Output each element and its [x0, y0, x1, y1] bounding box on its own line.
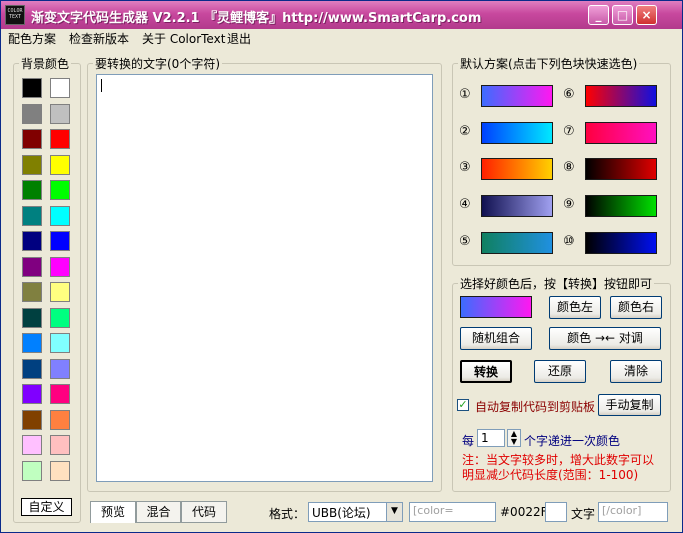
- preset-gradient-swatch[interactable]: [481, 231, 553, 254]
- bg-swatch[interactable]: [50, 384, 70, 404]
- preset-number: ⑦: [563, 123, 575, 139]
- tab-mix[interactable]: 混合: [136, 501, 181, 523]
- tab-preview[interactable]: 预览: [90, 501, 136, 523]
- bg-swatch[interactable]: [22, 129, 42, 149]
- title-bar[interactable]: COLOR TEXT 渐变文字代码生成器 V2.2.1 『灵鲤博客』http:/…: [1, 1, 682, 29]
- step-suffix: 个字递进一次颜色: [524, 434, 621, 448]
- convert-button[interactable]: 转换: [460, 360, 512, 383]
- bg-swatch[interactable]: [22, 409, 42, 430]
- step-note: 注：当文字较多时，增大此数字可以明显减少代码长度(范围：1-100): [462, 453, 655, 482]
- chevron-down-icon[interactable]: ▼: [386, 503, 402, 521]
- close-tag-input[interactable]: [/color]: [598, 502, 668, 522]
- menu-exit[interactable]: 退出: [227, 30, 251, 47]
- preset-gradient-swatch[interactable]: [481, 158, 553, 181]
- text-cursor: [101, 79, 102, 92]
- preset-number: ⑧: [563, 160, 575, 176]
- bg-swatch[interactable]: [50, 103, 70, 124]
- auto-copy-checkbox[interactable]: ✓: [457, 399, 469, 411]
- maximize-button[interactable]: □: [612, 5, 633, 25]
- bg-swatch[interactable]: [50, 435, 70, 455]
- app-icon[interactable]: COLOR TEXT: [5, 5, 25, 25]
- bg-swatch[interactable]: [50, 129, 70, 149]
- preset-number: ⑩: [563, 233, 575, 249]
- current-gradient-preview[interactable]: [460, 296, 532, 318]
- text-input-area[interactable]: [96, 74, 433, 482]
- custom-color-button[interactable]: 自定义: [21, 498, 72, 516]
- menu-about[interactable]: 关于 ColorText: [142, 30, 225, 47]
- mid-tag-input[interactable]: [545, 502, 567, 522]
- bg-swatch[interactable]: [50, 409, 70, 430]
- bg-swatch[interactable]: [22, 205, 42, 226]
- menu-bar: 配色方案 检查新版本 关于 ColorText 退出: [1, 29, 682, 47]
- text-label: 文字: [571, 507, 596, 521]
- bg-swatch[interactable]: [22, 103, 42, 124]
- color-right-button[interactable]: 颜色右: [610, 296, 662, 319]
- text-input-legend: 要转换的文字(0个字符): [95, 57, 220, 71]
- preset-number: ④: [459, 197, 471, 213]
- format-label: 格式：: [269, 507, 306, 521]
- bg-swatch[interactable]: [22, 180, 42, 200]
- minimize-button[interactable]: _: [588, 5, 609, 25]
- bg-swatch[interactable]: [22, 333, 42, 353]
- preset-number: ⑤: [459, 233, 471, 249]
- preset-number: ⑥: [563, 87, 575, 102]
- bg-swatch[interactable]: [22, 256, 42, 277]
- bg-swatch[interactable]: [22, 307, 42, 328]
- bg-swatch[interactable]: [50, 78, 70, 98]
- tab-code[interactable]: 代码: [181, 501, 227, 523]
- bg-swatch[interactable]: [50, 358, 70, 379]
- step-spinner[interactable]: ▲ ▼: [507, 429, 521, 447]
- format-select-value: UBB(论坛): [312, 506, 371, 520]
- format-select[interactable]: UBB(论坛) ▼: [308, 502, 403, 522]
- preset-gradient-swatch[interactable]: [585, 121, 657, 144]
- preset-gradient-swatch[interactable]: [585, 158, 657, 181]
- menu-check-update[interactable]: 检查新版本: [69, 30, 129, 47]
- bg-swatch[interactable]: [22, 231, 42, 251]
- open-tag-input[interactable]: [color=: [409, 502, 496, 522]
- bg-swatch[interactable]: [50, 231, 70, 251]
- bg-swatch[interactable]: [22, 435, 42, 455]
- bg-swatch[interactable]: [50, 282, 70, 302]
- preset-number: ③: [459, 160, 471, 176]
- app-window: COLOR TEXT 渐变文字代码生成器 V2.2.1 『灵鲤博客』http:/…: [0, 0, 683, 533]
- preset-number: ①: [459, 87, 471, 102]
- preset-number: ⑨: [563, 197, 575, 213]
- bg-swatch[interactable]: [50, 333, 70, 353]
- color-left-button[interactable]: 颜色左: [549, 296, 601, 319]
- close-button[interactable]: ×: [636, 5, 657, 25]
- preset-gradient-swatch[interactable]: [481, 121, 553, 144]
- bg-swatch[interactable]: [50, 180, 70, 200]
- clear-button[interactable]: 清除: [610, 360, 662, 383]
- preset-gradient-swatch[interactable]: [481, 195, 553, 218]
- random-combination-button[interactable]: 随机组合: [460, 327, 532, 350]
- auto-copy-label: 自动复制代码到剪贴板: [475, 400, 596, 414]
- window-title: 渐变文字代码生成器 V2.2.1 『灵鲤博客』http://www.SmartC…: [31, 11, 482, 26]
- restore-button[interactable]: 还原: [534, 360, 586, 383]
- bg-swatch[interactable]: [22, 78, 42, 98]
- bg-swatch[interactable]: [22, 154, 42, 175]
- preset-legend: 默认方案(点击下列色块快速选色): [460, 57, 638, 71]
- bg-swatch[interactable]: [22, 384, 42, 404]
- bg-color-legend: 背景颜色: [21, 57, 70, 71]
- preset-number: ②: [459, 123, 471, 139]
- bg-swatch[interactable]: [50, 205, 70, 226]
- bg-swatch[interactable]: [22, 460, 42, 481]
- preset-gradient-swatch[interactable]: [585, 85, 657, 107]
- preset-gradient-swatch[interactable]: [481, 85, 553, 107]
- manual-copy-button[interactable]: 手动复制: [598, 394, 661, 416]
- swap-colors-button[interactable]: 颜色 →← 对调: [549, 327, 661, 350]
- step-input[interactable]: 1: [477, 429, 505, 447]
- convert-legend: 选择好颜色后，按【转换】按钮即可: [460, 277, 653, 291]
- bg-swatch[interactable]: [50, 256, 70, 277]
- step-prefix: 每: [462, 434, 475, 448]
- preset-gradient-swatch[interactable]: [585, 195, 657, 218]
- bg-swatch[interactable]: [50, 307, 70, 328]
- bg-swatch[interactable]: [50, 460, 70, 481]
- menu-color-scheme[interactable]: 配色方案: [8, 30, 56, 47]
- bg-swatch[interactable]: [50, 154, 70, 175]
- bg-swatch[interactable]: [22, 358, 42, 379]
- preset-gradient-swatch[interactable]: [585, 231, 657, 254]
- bg-swatch[interactable]: [22, 282, 42, 302]
